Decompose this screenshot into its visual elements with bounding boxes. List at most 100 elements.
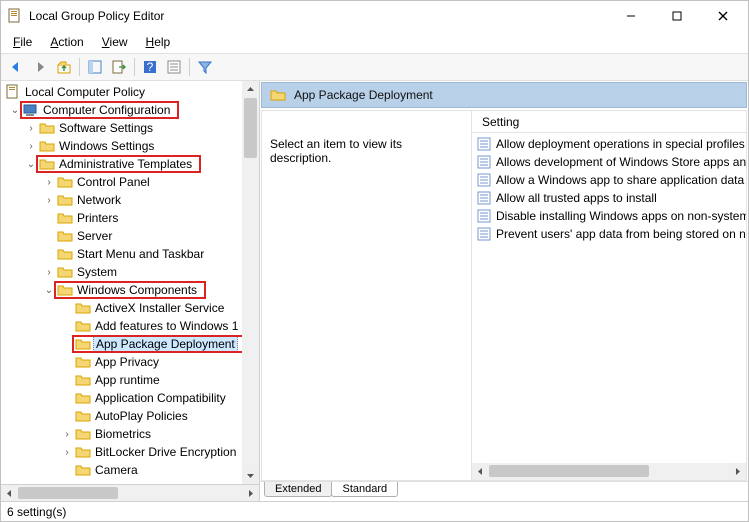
- horizontal-scrollbar[interactable]: [472, 463, 746, 480]
- export-list-button[interactable]: [108, 56, 130, 78]
- column-setting[interactable]: Setting: [476, 115, 525, 129]
- list-item-label: Allows development of Windows Store apps…: [496, 155, 746, 169]
- tree-biometrics[interactable]: › Biometrics: [3, 425, 259, 443]
- expander-icon[interactable]: ›: [43, 267, 55, 278]
- settings-list[interactable]: Setting Allow deployment operations in s…: [472, 111, 746, 480]
- tree-autoplay-policies[interactable]: AutoPlay Policies: [3, 407, 259, 425]
- back-button[interactable]: [5, 56, 27, 78]
- tab-standard[interactable]: Standard: [331, 482, 398, 497]
- setting-icon: [476, 208, 492, 224]
- tree-add-features[interactable]: Add features to Windows 1: [3, 317, 259, 335]
- tree-server[interactable]: Server: [3, 227, 259, 245]
- expander-icon[interactable]: ›: [25, 123, 37, 134]
- tree-system[interactable]: › System: [3, 263, 259, 281]
- scroll-right-button[interactable]: [242, 485, 259, 501]
- tree-app-package-deployment[interactable]: App Package Deployment: [3, 335, 259, 353]
- details-header: App Package Deployment: [261, 82, 747, 108]
- tree-administrative-templates[interactable]: ⌄ Administrative Templates: [3, 155, 259, 173]
- list-item[interactable]: Prevent users' app data from being store…: [476, 225, 742, 243]
- scroll-track[interactable]: [18, 485, 242, 501]
- filter-button[interactable]: [194, 56, 216, 78]
- tree-app-privacy[interactable]: App Privacy: [3, 353, 259, 371]
- folder-icon: [75, 354, 91, 370]
- expander-icon[interactable]: ›: [43, 195, 55, 206]
- tree-computer-configuration[interactable]: ⌄ Computer Configuration: [3, 101, 259, 119]
- expander-icon[interactable]: ›: [61, 447, 73, 458]
- expander-icon[interactable]: ›: [43, 177, 55, 188]
- expander-icon[interactable]: ⌄: [25, 159, 37, 170]
- setting-icon: [476, 154, 492, 170]
- expander-icon[interactable]: ›: [61, 429, 73, 440]
- tree-software-settings[interactable]: › Software Settings: [3, 119, 259, 137]
- forward-button[interactable]: [29, 56, 51, 78]
- help-button[interactable]: ?: [139, 56, 161, 78]
- tree-label: Printers: [75, 211, 120, 225]
- window-title: Local Group Policy Editor: [29, 9, 608, 23]
- column-header-row[interactable]: Setting: [472, 111, 746, 133]
- tree-root[interactable]: Local Computer Policy: [3, 83, 259, 101]
- expander-icon[interactable]: ⌄: [43, 285, 55, 296]
- tree-label: AutoPlay Policies: [93, 409, 190, 423]
- toolbar-separator: [79, 58, 80, 76]
- tree-bitlocker[interactable]: › BitLocker Drive Encryption: [3, 443, 259, 461]
- setting-icon: [476, 172, 492, 188]
- horizontal-scrollbar[interactable]: [1, 484, 259, 501]
- menu-help[interactable]: Help: [138, 33, 179, 51]
- menu-file[interactable]: File: [5, 33, 40, 51]
- close-button[interactable]: [700, 1, 746, 31]
- menu-action[interactable]: Action: [42, 33, 91, 51]
- scroll-left-button[interactable]: [472, 463, 489, 480]
- statusbar: 6 setting(s): [1, 501, 748, 521]
- toolbar-separator: [189, 58, 190, 76]
- tree-label: Network: [75, 193, 123, 207]
- expander-icon[interactable]: ›: [25, 141, 37, 152]
- list-item-label: Disable installing Windows apps on non-s…: [496, 209, 746, 223]
- menu-view[interactable]: View: [94, 33, 136, 51]
- scroll-right-button[interactable]: [729, 463, 746, 480]
- tree-start-menu-taskbar[interactable]: Start Menu and Taskbar: [3, 245, 259, 263]
- list-item[interactable]: Allow deployment operations in special p…: [476, 135, 742, 153]
- tab-extended[interactable]: Extended: [264, 482, 332, 497]
- tree-label: Software Settings: [57, 121, 155, 135]
- minimize-button[interactable]: [608, 1, 654, 31]
- list-item[interactable]: Disable installing Windows apps on non-s…: [476, 207, 742, 225]
- tree-windows-settings[interactable]: › Windows Settings: [3, 137, 259, 155]
- folder-icon: [57, 228, 73, 244]
- scroll-down-button[interactable]: [242, 467, 259, 484]
- expander-icon[interactable]: ⌄: [9, 105, 21, 116]
- toolbar-separator: [134, 58, 135, 76]
- properties-button[interactable]: [163, 56, 185, 78]
- list-item[interactable]: Allows development of Windows Store apps…: [476, 153, 742, 171]
- tree-network[interactable]: › Network: [3, 191, 259, 209]
- tree-application-compatibility[interactable]: Application Compatibility: [3, 389, 259, 407]
- list-item-label: Prevent users' app data from being store…: [496, 227, 746, 241]
- folder-icon: [39, 156, 55, 172]
- vertical-scrollbar[interactable]: [242, 81, 259, 484]
- list-item[interactable]: Allow all trusted apps to install: [476, 189, 742, 207]
- folder-icon: [75, 300, 91, 316]
- up-button[interactable]: [53, 56, 75, 78]
- scroll-track[interactable]: [489, 463, 729, 480]
- scroll-up-button[interactable]: [242, 81, 259, 98]
- maximize-button[interactable]: [654, 1, 700, 31]
- show-hide-tree-button[interactable]: [84, 56, 106, 78]
- tree-camera[interactable]: Camera: [3, 461, 259, 479]
- tree-printers[interactable]: Printers: [3, 209, 259, 227]
- list-item[interactable]: Allow a Windows app to share application…: [476, 171, 742, 189]
- tree-label: ActiveX Installer Service: [93, 301, 226, 315]
- scroll-track[interactable]: [242, 98, 259, 467]
- scroll-thumb[interactable]: [18, 487, 118, 499]
- scroll-thumb[interactable]: [489, 465, 649, 477]
- folder-icon: [75, 390, 91, 406]
- tree-label: Administrative Templates: [57, 157, 194, 171]
- tree-view[interactable]: Local Computer Policy ⌄ Computer Configu…: [1, 81, 259, 484]
- scroll-left-button[interactable]: [1, 485, 18, 501]
- view-tabs: Extended Standard: [260, 481, 748, 501]
- tree-app-runtime[interactable]: App runtime: [3, 371, 259, 389]
- tree-activex-installer[interactable]: ActiveX Installer Service: [3, 299, 259, 317]
- titlebar: Local Group Policy Editor: [1, 1, 748, 31]
- scroll-thumb[interactable]: [244, 98, 257, 158]
- tree-windows-components[interactable]: ⌄ Windows Components: [3, 281, 259, 299]
- tree-control-panel[interactable]: › Control Panel: [3, 173, 259, 191]
- setting-icon: [476, 190, 492, 206]
